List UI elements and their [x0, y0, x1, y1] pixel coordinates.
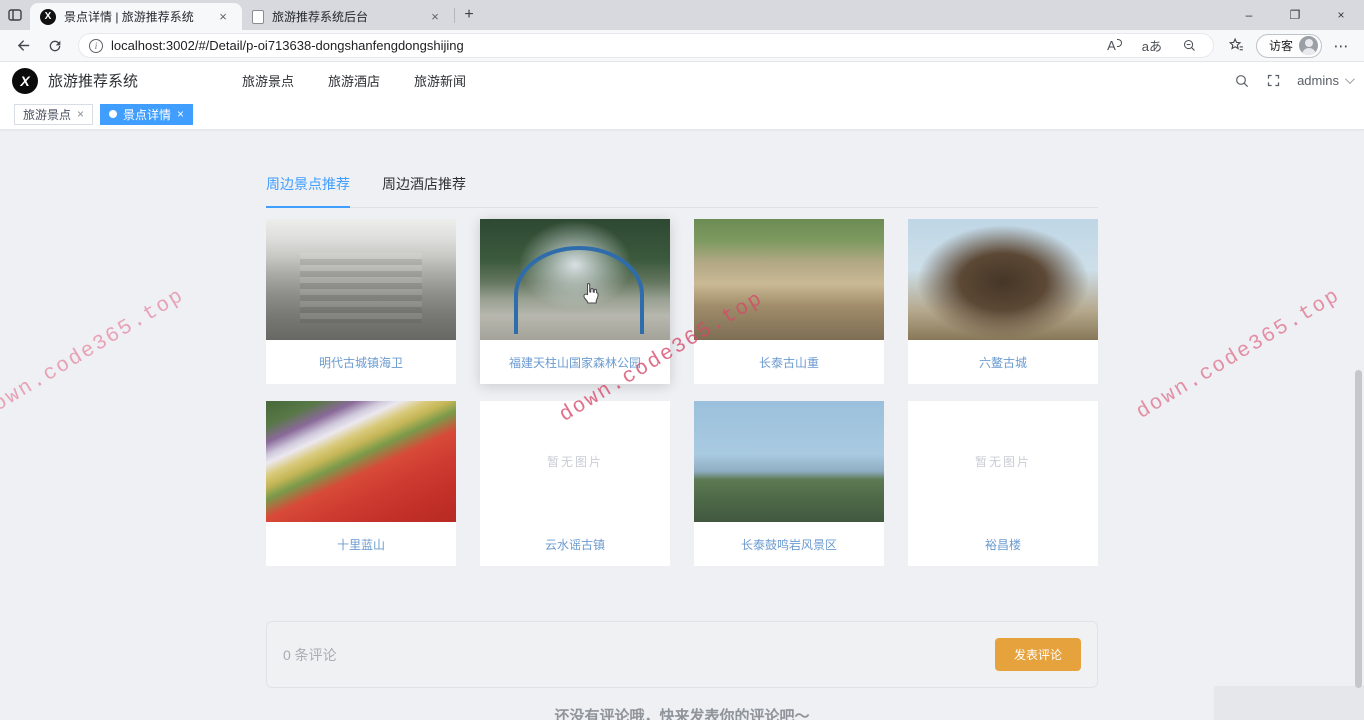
- nav-item-hotel[interactable]: 旅游酒店: [328, 71, 380, 90]
- bottom-right-panel: [1214, 686, 1364, 720]
- scenic-photo: [266, 401, 456, 522]
- scenic-photo: [694, 401, 884, 522]
- url-text[interactable]: localhost:3002/#/Detail/p-oi713638-dongs…: [111, 38, 1093, 53]
- tag-close-icon[interactable]: ×: [177, 107, 184, 121]
- no-image-text: 暂无图片: [975, 453, 1031, 470]
- scenic-photo: [694, 219, 884, 340]
- browser-tab-admin[interactable]: 旅游推荐系统后台 ×: [242, 3, 454, 30]
- detail-main: 周边景点推荐 周边酒店推荐 明代古城镇海卫 福建天柱山国家森林公园 长泰古山重 …: [266, 174, 1098, 720]
- tag-detail-active[interactable]: 景点详情 ×: [100, 104, 193, 125]
- refresh-button[interactable]: [42, 33, 68, 59]
- read-aloud-wave-icon: [1117, 39, 1122, 47]
- main-nav: 旅游景点 旅游酒店 旅游新闻: [242, 71, 466, 90]
- scenic-card[interactable]: 十里蓝山: [266, 401, 456, 566]
- scenic-card-grid: 明代古城镇海卫 福建天柱山国家森林公园 长泰古山重 六鳌古城 十里蓝山 暂无图片…: [266, 219, 1098, 566]
- browser-profile-button[interactable]: 访客: [1256, 34, 1322, 58]
- tab-actions-button[interactable]: [0, 0, 30, 30]
- visitor-label: 访客: [1269, 37, 1293, 54]
- watermark-text: down.code365.top: [0, 284, 189, 424]
- comment-bar: 0 条评论 发表评论: [266, 621, 1098, 688]
- scenic-card[interactable]: 福建天柱山国家森林公园: [480, 219, 670, 384]
- zoom-out-icon: [1182, 38, 1197, 53]
- site-logo[interactable]: X: [12, 68, 38, 94]
- nav-item-scenic[interactable]: 旅游景点: [242, 71, 294, 90]
- close-window-button[interactable]: ×: [1318, 0, 1364, 30]
- scenic-title-link[interactable]: 长泰古山重: [694, 340, 884, 384]
- scenic-card[interactable]: 暂无图片 裕昌楼: [908, 401, 1098, 566]
- comment-count: 0 条评论: [283, 645, 337, 665]
- profile-avatar: [1299, 36, 1318, 55]
- read-aloud-button[interactable]: A: [1101, 38, 1128, 53]
- back-button[interactable]: [10, 33, 36, 59]
- post-comment-button[interactable]: 发表评论: [995, 638, 1081, 671]
- scenic-title-link[interactable]: 云水谣古镇: [480, 522, 670, 566]
- scenic-photo: [480, 219, 670, 340]
- favorites-hub-button[interactable]: [1224, 33, 1250, 59]
- fullscreen-icon[interactable]: [1266, 73, 1281, 88]
- favorites-star-icon: [1228, 37, 1245, 54]
- tab-nearby-scenic[interactable]: 周边景点推荐: [266, 174, 350, 208]
- header-right: admins: [1234, 73, 1352, 89]
- scenic-card[interactable]: 长泰古山重: [694, 219, 884, 384]
- browser-addressbar: i localhost:3002/#/Detail/p-oi713638-don…: [0, 30, 1364, 62]
- chevron-down-icon: [1345, 74, 1355, 84]
- browser-tab-detail[interactable]: X 景点详情 | 旅游推荐系统 ×: [30, 3, 242, 30]
- nav-item-news[interactable]: 旅游新闻: [414, 71, 466, 90]
- back-arrow-icon: [15, 37, 32, 54]
- translate-icon: aあ: [1142, 36, 1162, 55]
- site-info-icon[interactable]: i: [89, 39, 103, 53]
- tab-nearby-hotel[interactable]: 周边酒店推荐: [382, 174, 466, 207]
- tags-view-bar: 旅游景点 × 景点详情 ×: [0, 99, 1364, 130]
- scenic-card[interactable]: 暂无图片 云水谣古镇: [480, 401, 670, 566]
- username: admins: [1297, 73, 1339, 88]
- scenic-photo: 暂无图片: [908, 401, 1098, 522]
- tab-title: 旅游推荐系统后台: [272, 8, 418, 25]
- site-favicon-icon: X: [40, 9, 56, 25]
- no-comments-text: 还没有评论哦，快来发表你的评论吧～: [266, 705, 1098, 720]
- scenic-title-link[interactable]: 明代古城镇海卫: [266, 340, 456, 384]
- window-controls: – ❐ ×: [1226, 0, 1364, 30]
- tag-label: 景点详情: [123, 106, 171, 123]
- browser-menu-button[interactable]: ⋯: [1328, 33, 1354, 59]
- site-title: 旅游推荐系统: [48, 70, 138, 91]
- tag-close-icon[interactable]: ×: [77, 107, 84, 121]
- tab-actions-icon: [7, 7, 23, 23]
- new-tab-button[interactable]: +: [455, 1, 483, 29]
- no-image-text: 暂无图片: [547, 453, 603, 470]
- scenic-photo: 暂无图片: [480, 401, 670, 522]
- scenic-title-link[interactable]: 十里蓝山: [266, 522, 456, 566]
- user-dropdown[interactable]: admins: [1297, 73, 1352, 88]
- recommend-tabs: 周边景点推荐 周边酒店推荐: [266, 174, 1098, 208]
- tab-close-icon[interactable]: ×: [426, 8, 444, 26]
- scenic-title-link[interactable]: 长泰鼓鸣岩风景区: [694, 522, 884, 566]
- refresh-icon: [47, 38, 63, 54]
- scenic-card[interactable]: 六鳌古城: [908, 219, 1098, 384]
- url-bar[interactable]: i localhost:3002/#/Detail/p-oi713638-don…: [78, 33, 1214, 58]
- tab-close-icon[interactable]: ×: [214, 8, 232, 26]
- zoom-out-button[interactable]: [1176, 38, 1203, 53]
- tab-title: 景点详情 | 旅游推荐系统: [64, 8, 206, 25]
- scenic-photo: [908, 219, 1098, 340]
- read-aloud-icon: A: [1107, 38, 1116, 53]
- tag-scenic[interactable]: 旅游景点 ×: [14, 104, 93, 125]
- scenic-card[interactable]: 长泰鼓鸣岩风景区: [694, 401, 884, 566]
- scenic-title-link[interactable]: 六鳌古城: [908, 340, 1098, 384]
- maximize-button[interactable]: ❐: [1272, 0, 1318, 30]
- translate-button[interactable]: aあ: [1136, 36, 1168, 55]
- search-icon[interactable]: [1234, 73, 1250, 89]
- scenic-title-link[interactable]: 福建天柱山国家森林公园: [480, 340, 670, 384]
- scenic-photo: [266, 219, 456, 340]
- scenic-title-link[interactable]: 裕昌楼: [908, 522, 1098, 566]
- scenic-card[interactable]: 明代古城镇海卫: [266, 219, 456, 384]
- browser-titlebar: X 景点详情 | 旅游推荐系统 × 旅游推荐系统后台 × + – ❐ ×: [0, 0, 1364, 30]
- site-header: X 旅游推荐系统 旅游景点 旅游酒店 旅游新闻 admins: [0, 62, 1364, 99]
- scrollbar-thumb[interactable]: [1355, 370, 1362, 688]
- watermark-text: down.code365.top: [1133, 284, 1345, 424]
- minimize-button[interactable]: –: [1226, 0, 1272, 30]
- tag-label: 旅游景点: [23, 106, 71, 123]
- active-dot-icon: [109, 110, 117, 118]
- document-icon: [252, 10, 264, 24]
